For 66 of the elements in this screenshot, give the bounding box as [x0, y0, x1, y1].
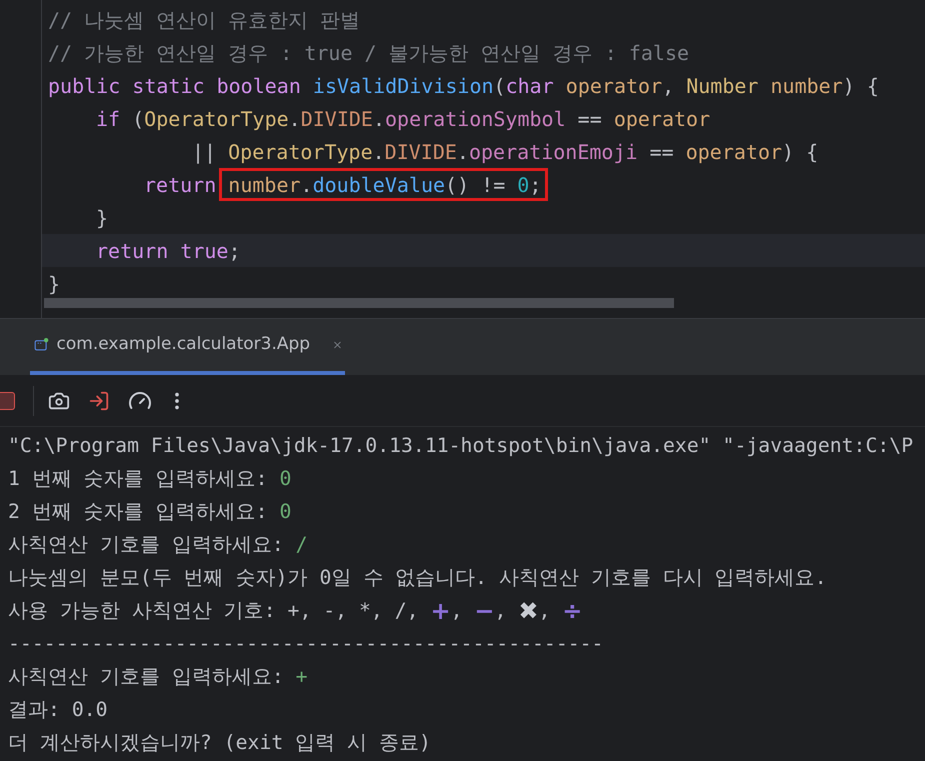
code-keyword: if	[96, 106, 122, 132]
console-text: 2 번째 숫자를 입력하세요:	[8, 498, 269, 525]
code-punctuation: .	[372, 138, 385, 166]
code-number: 0	[517, 172, 530, 198]
console-text: --------------------------------------------------	[8, 630, 604, 657]
code-punctuation: ,	[662, 72, 676, 100]
console-text: 사칙연산 기호를 입력하세요:	[8, 664, 285, 690]
input-echo-text: 0	[279, 498, 292, 525]
stop-button[interactable]	[0, 392, 15, 410]
code-comment: // 가능한 연산일 경우 : true / 불가능한 연산일 경우 : false	[48, 40, 690, 66]
input-echo-text: 0	[279, 466, 292, 492]
code-punctuation: .	[300, 172, 313, 198]
code-keyword: char	[506, 72, 555, 100]
code-punctuation: (	[494, 72, 506, 100]
operator-symbol: +	[430, 598, 451, 622]
input-echo-text: +	[296, 664, 308, 690]
code-function: doubleValue	[312, 172, 446, 198]
code-punctuation: .	[372, 106, 386, 132]
horizontal-scrollbar[interactable]	[44, 298, 674, 308]
code-identifier: operator	[686, 138, 782, 166]
code-type: Number	[686, 72, 760, 100]
code-constant: DIVIDE	[300, 106, 373, 132]
code-punctuation: }	[96, 204, 108, 232]
code-punctuation: ) {	[782, 138, 818, 166]
code-field: operationEmoji	[468, 136, 638, 166]
console-text: ,	[450, 598, 464, 624]
code-keyword: true	[180, 238, 228, 264]
console-text: 사용 가능한 사칙연산 기호: +, -, *, /,	[8, 598, 420, 624]
code-punctuation: ;	[529, 172, 542, 198]
operator-symbol: ÷	[562, 598, 582, 622]
code-punctuation: ==	[648, 138, 675, 166]
code-identifier: number	[228, 172, 301, 198]
code-keyword: public static boolean	[48, 72, 302, 100]
operator-symbol: −	[474, 598, 495, 622]
code-punctuation: .	[288, 106, 301, 132]
code-punctuation: ) {	[842, 72, 879, 100]
code-punctuation: .	[456, 138, 469, 166]
console-text: 1 번째 숫자를 입력하세요:	[8, 466, 269, 492]
console-text: 나눗셈의 분모(두 번째 숫자)가 0일 수 없습니다. 사칙연산 기호를 다시 입력하세요.	[8, 564, 827, 591]
code-punctuation: }	[48, 270, 60, 298]
code-comment: // 나눗셈 연산이 유효한지 판별	[48, 6, 360, 34]
code-keyword: return	[144, 172, 218, 198]
console-text: 결과: 0.0	[8, 696, 108, 723]
code-identifier: number	[770, 72, 843, 100]
code-punctuation: ;	[228, 238, 241, 264]
console-text: 더 계산하시겠습니까? (exit 입력 시 종료)	[8, 730, 431, 756]
code-identifier: operator	[614, 106, 710, 132]
tab-label: com.example.calculator3.App	[56, 332, 310, 356]
code-punctuation: ||	[192, 138, 218, 166]
input-echo-text: /	[296, 532, 308, 558]
operator-symbol: ✖	[518, 598, 538, 622]
console-text: "C:\Program Files\Java\jdk-17.0.13.11-hotspot\bin\java.exe" "-javaagent:C:\P	[8, 432, 914, 459]
code-field: operationSymbol	[385, 104, 566, 134]
console-text: 사칙연산 기호를 입력하세요:	[8, 532, 285, 558]
console-text: ,	[494, 598, 508, 624]
code-function: isValidDivision	[312, 72, 494, 100]
login-icon[interactable]	[88, 390, 110, 412]
code-keyword: return	[96, 238, 170, 264]
code-punctuation: () !=	[445, 172, 506, 198]
code-type: OperatorType	[228, 138, 373, 166]
code-identifier: operator	[566, 72, 662, 100]
code-punctuation: ==	[576, 106, 603, 132]
code-punctuation: (	[132, 106, 144, 132]
console-text: ,	[538, 598, 552, 624]
code-constant: DIVIDE	[384, 138, 457, 166]
code-type: OperatorType	[144, 106, 289, 132]
